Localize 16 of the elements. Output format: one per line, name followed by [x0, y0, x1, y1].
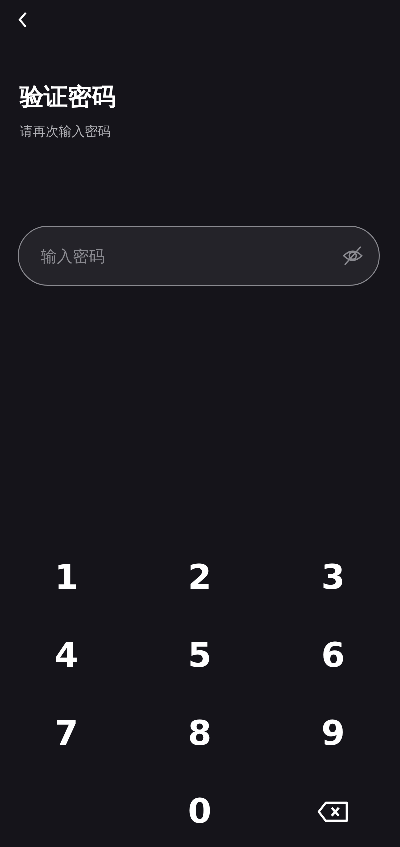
page-title: 验证密码 — [20, 82, 117, 113]
digit-key[interactable]: 4 — [16, 617, 117, 695]
backspace-icon — [317, 801, 350, 823]
back-icon[interactable] — [18, 12, 28, 28]
digit-key[interactable]: 7 — [16, 695, 117, 773]
subtitle: 请再次输入密码 — [20, 124, 112, 142]
digit-key[interactable]: 3 — [283, 539, 384, 617]
digit-key[interactable]: 6 — [283, 617, 384, 695]
digit-key[interactable]: 5 — [150, 617, 250, 695]
digit-key[interactable]: 1 — [16, 539, 117, 617]
eye-hidden-icon[interactable] — [342, 245, 364, 267]
password-field[interactable]: 输入密码 — [18, 226, 380, 286]
digit-key[interactable]: 0 — [150, 773, 250, 847]
digit-key[interactable]: 2 — [150, 539, 250, 617]
digit-key[interactable]: 8 — [150, 695, 250, 773]
digit-key[interactable]: 9 — [283, 695, 384, 773]
